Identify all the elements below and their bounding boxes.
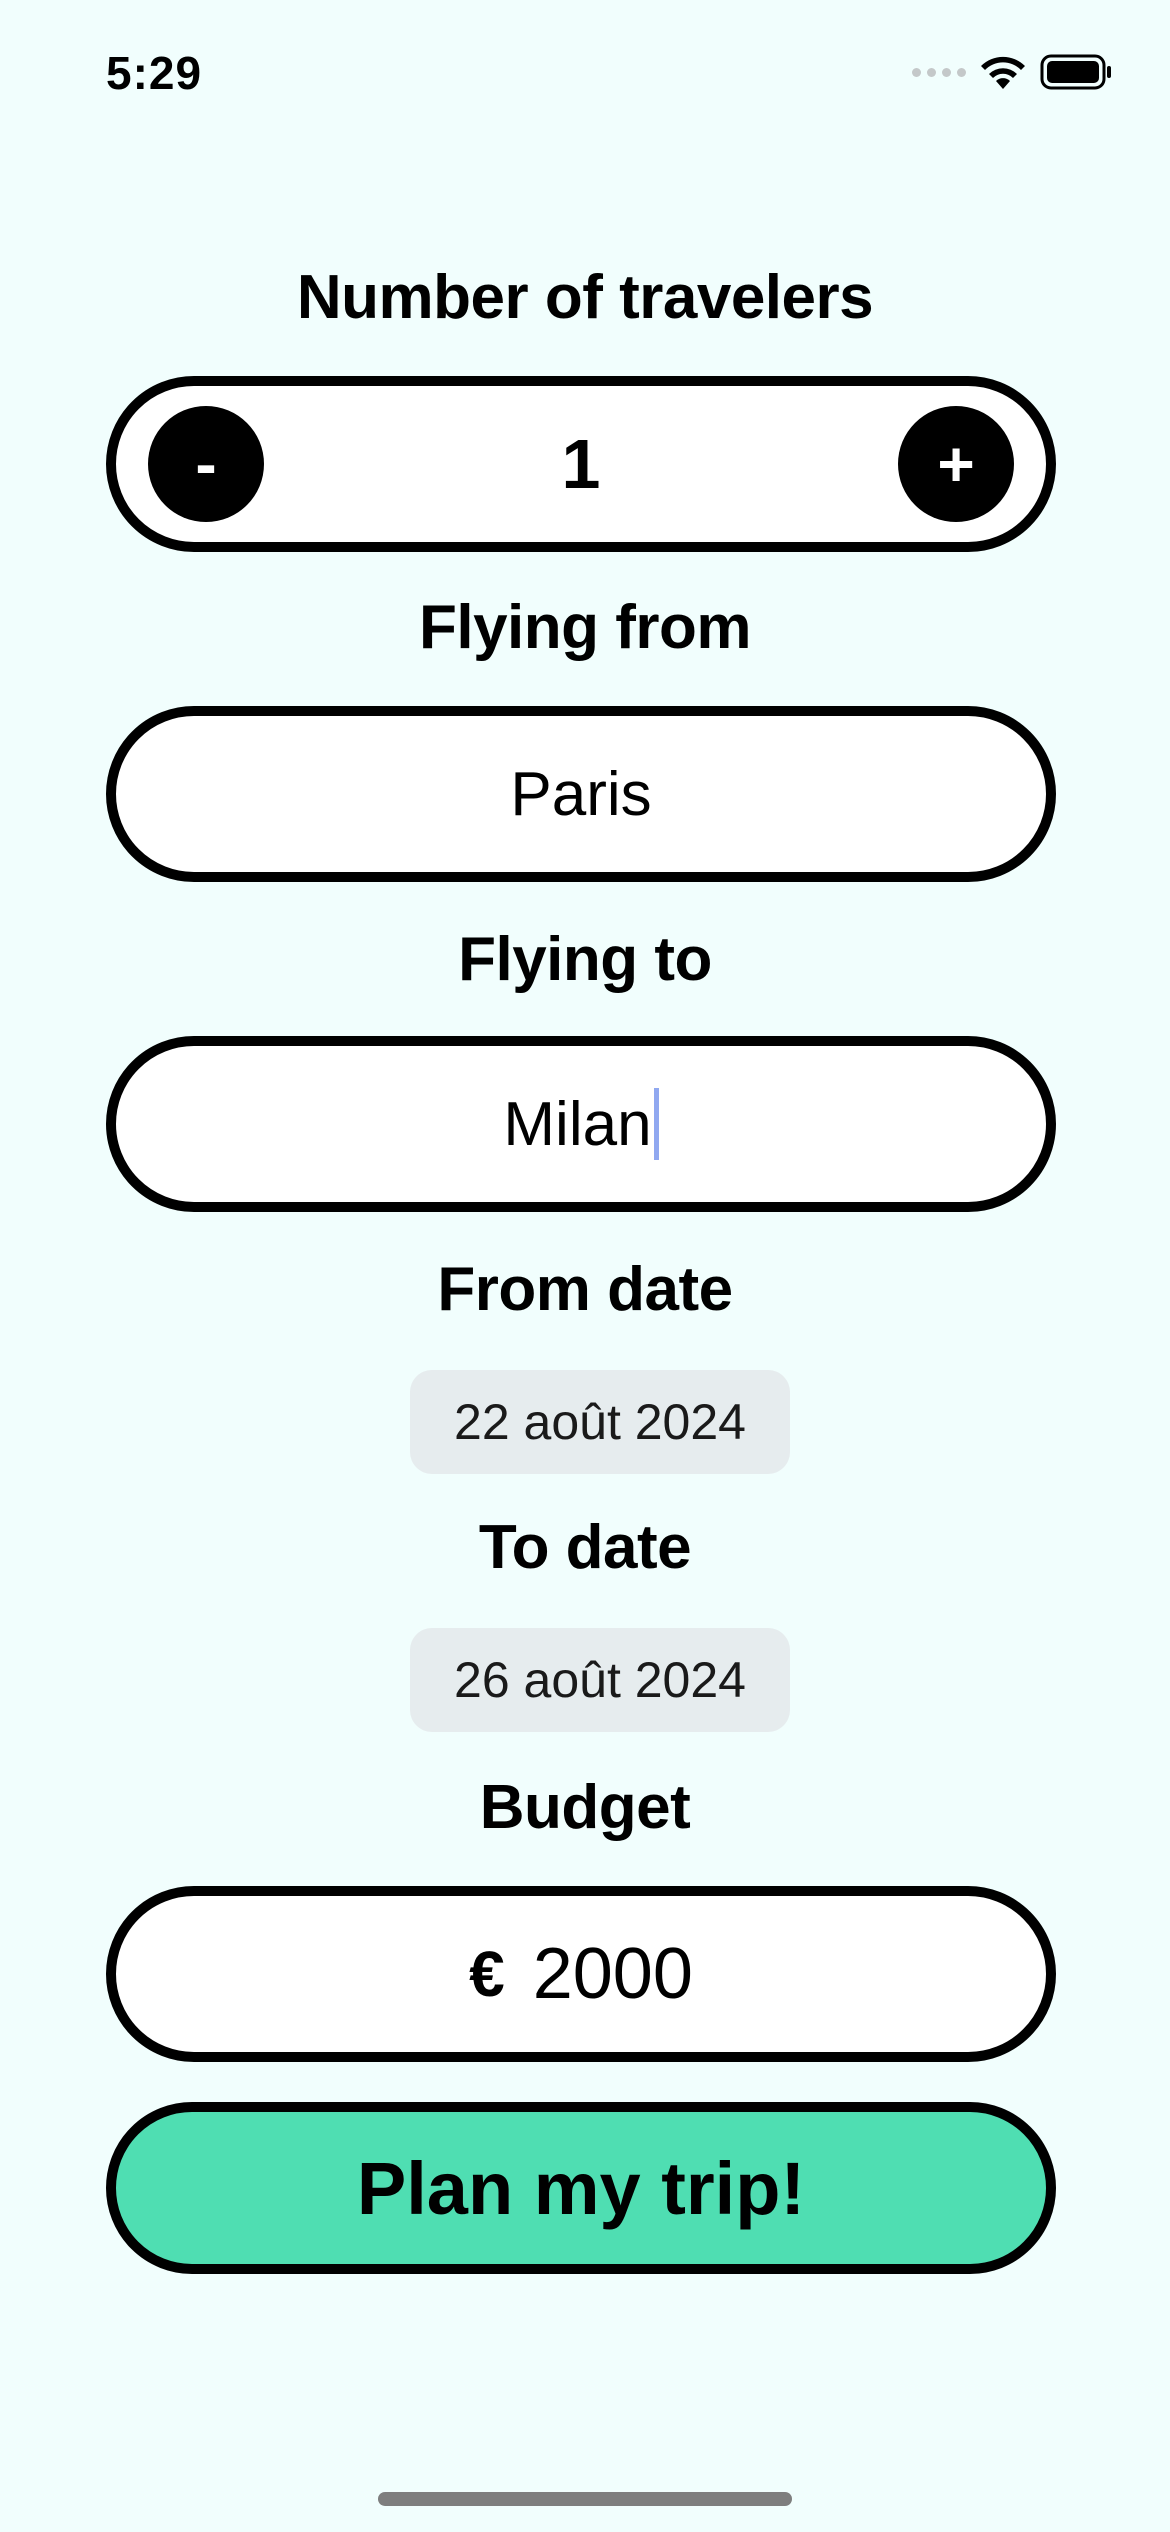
battery-icon: [1040, 54, 1111, 90]
budget-label: Budget: [479, 1773, 691, 1842]
trip-planner-screen: 5:29 Number of travelers - 1 + Flying fr…: [0, 0, 1170, 2532]
home-indicator[interactable]: [378, 2492, 792, 2506]
flying-to-input[interactable]: Milan: [106, 1036, 1056, 1212]
flying-to-value: Milan: [503, 1089, 652, 1159]
flying-to-label: Flying to: [458, 925, 712, 994]
currency-symbol: €: [469, 1938, 505, 2010]
budget-input[interactable]: € 2000: [106, 1886, 1056, 2062]
status-icons: [912, 52, 1114, 92]
text-cursor: [653, 1088, 659, 1160]
status-time: 5:29: [106, 47, 203, 99]
wifi-icon: [981, 56, 1025, 89]
from-date-picker[interactable]: 22 août 2024: [410, 1370, 790, 1474]
flying-from-input[interactable]: Paris: [106, 706, 1056, 882]
travelers-stepper: - 1 +: [106, 376, 1056, 552]
increment-travelers-button[interactable]: +: [898, 406, 1014, 522]
to-date-picker[interactable]: 26 août 2024: [410, 1628, 790, 1732]
from-date-label: From date: [437, 1255, 733, 1324]
flying-from-value: Paris: [510, 759, 652, 829]
travelers-count: 1: [561, 425, 601, 503]
flying-from-label: Flying from: [418, 593, 752, 662]
plan-trip-button[interactable]: Plan my trip!: [106, 2102, 1056, 2274]
travelers-label: Number of travelers: [296, 263, 874, 332]
budget-value: 2000: [532, 1934, 693, 2014]
signal-dots-icon: [912, 67, 966, 77]
decrement-travelers-button[interactable]: -: [148, 406, 264, 522]
budget-content: € 2000: [469, 1933, 693, 2015]
to-date-label: To date: [478, 1513, 692, 1582]
